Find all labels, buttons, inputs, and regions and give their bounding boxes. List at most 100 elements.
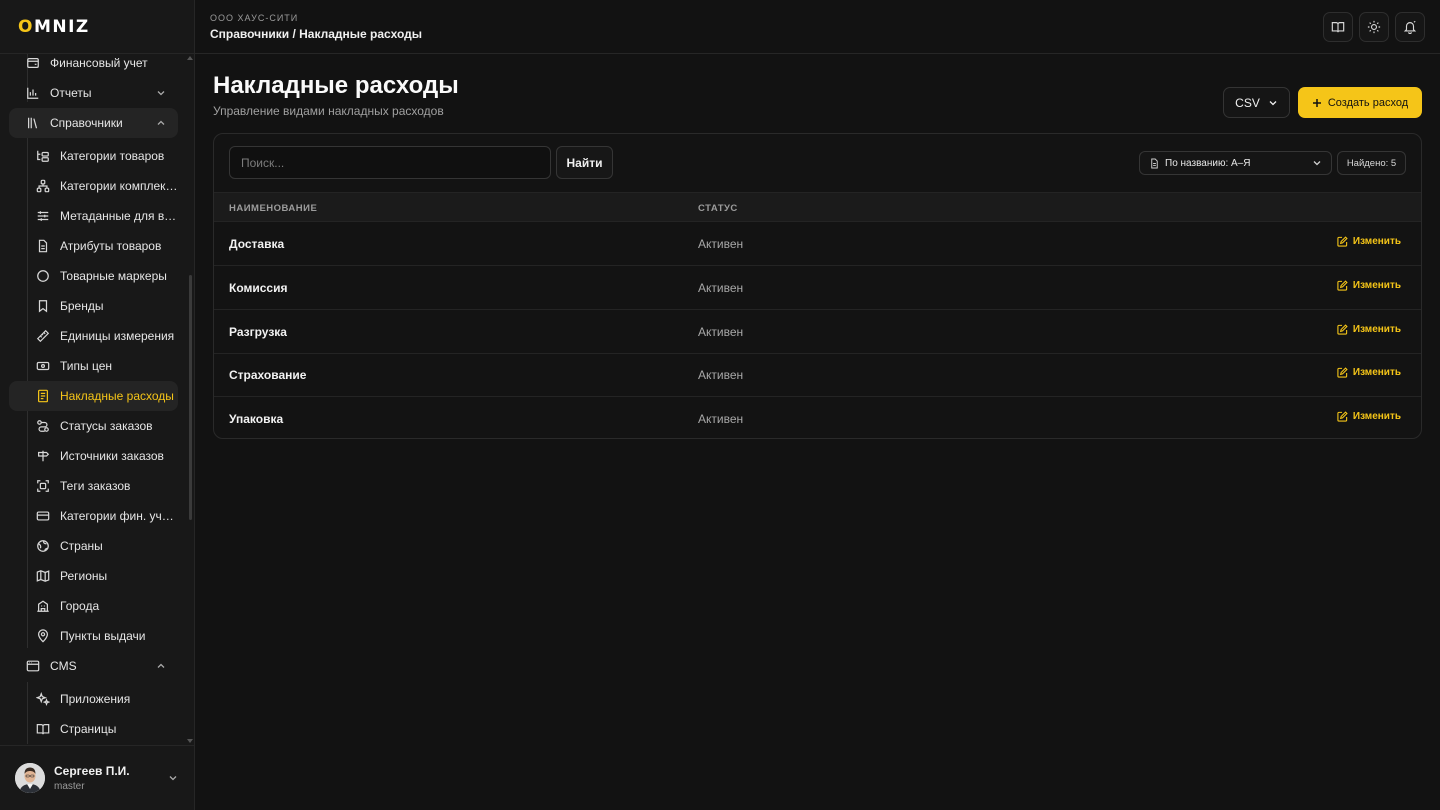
sidebar-item-label: Категории комплектов xyxy=(60,179,178,193)
theme-toggle-button[interactable] xyxy=(1359,12,1389,42)
sidebar-item-pickup-points[interactable]: Пункты выдачи xyxy=(9,621,178,651)
plus-icon xyxy=(1312,98,1321,107)
chevron-down-icon xyxy=(157,91,165,96)
edit-icon xyxy=(1337,236,1348,247)
sidebar-item-cities[interactable]: Города xyxy=(9,591,178,621)
edit-label: Изменить xyxy=(1352,367,1401,378)
edit-button[interactable]: Изменить xyxy=(1337,280,1401,291)
chevron-up-icon xyxy=(157,120,165,125)
user-name: Сергеев П.И. xyxy=(54,764,130,778)
sidebar-item-label: Товарные маркеры xyxy=(60,269,167,283)
sidebar-item-label: Источники заказов xyxy=(60,449,164,463)
edit-button[interactable]: Изменить xyxy=(1337,324,1401,335)
sidebar-item-order-tags[interactable]: Теги заказов xyxy=(9,471,178,501)
breadcrumb: Справочники / Накладные расходы xyxy=(210,27,422,41)
bell-icon xyxy=(1403,20,1417,34)
sidebar-item-reports[interactable]: Отчеты xyxy=(9,78,178,108)
sliders-icon xyxy=(37,211,49,221)
sidebar-item-cms[interactable]: CMS xyxy=(9,651,178,681)
sidebar-item-label: Категории фин. учета xyxy=(60,509,178,523)
sidebar-item-price-types[interactable]: Типы цен xyxy=(9,351,178,381)
sidebar-item-label: Категории товаров xyxy=(60,149,165,163)
scroll-up-arrow[interactable] xyxy=(187,56,193,60)
receipt-icon xyxy=(38,389,48,403)
chevron-up-icon xyxy=(157,663,165,668)
brand-logo[interactable]: OMNIZ xyxy=(18,18,194,36)
sidebar-item-variant-metadata[interactable]: Метаданные для вариантов xyxy=(9,201,178,231)
table-row: Упаковка Активен Изменить xyxy=(214,397,1421,438)
sidebar-item-label: Регионы xyxy=(60,569,108,583)
row-name: Страхование xyxy=(229,368,307,382)
row-name: Доставка xyxy=(229,237,285,251)
ruler-icon xyxy=(36,329,50,343)
table-header: НАИМЕНОВАНИЕ СТАТУС xyxy=(214,192,1421,222)
scroll-down-arrow[interactable] xyxy=(187,739,193,743)
row-name: Разгрузка xyxy=(229,325,287,339)
user-role: master xyxy=(54,781,85,792)
sidebar-item-references[interactable]: Справочники xyxy=(9,108,178,138)
sidebar-item-order-statuses[interactable]: Статусы заказов xyxy=(9,411,178,441)
edit-label: Изменить xyxy=(1352,236,1401,247)
search-input[interactable] xyxy=(229,146,551,179)
sidebar-item-brands[interactable]: Бренды xyxy=(9,291,178,321)
chevron-down-icon xyxy=(169,776,177,781)
sidebar-item-product-categories[interactable]: Категории товаров xyxy=(9,141,178,171)
edit-icon xyxy=(1337,367,1348,378)
signpost-icon xyxy=(38,450,50,462)
column-header-name[interactable]: НАИМЕНОВАНИЕ xyxy=(229,203,317,214)
sidebar-item-countries[interactable]: Страны xyxy=(9,531,178,561)
sort-select[interactable]: По названию: А–Я xyxy=(1139,151,1332,175)
sidebar-nav: Финансовый учет Отчеты Справочники Катег… xyxy=(0,54,194,744)
edit-button[interactable]: Изменить xyxy=(1337,411,1401,422)
sidebar-item-pages[interactable]: Страницы xyxy=(9,714,178,744)
sidebar-item-product-markers[interactable]: Товарные маркеры xyxy=(9,261,178,291)
banknote-icon xyxy=(36,361,50,371)
edit-button[interactable]: Изменить xyxy=(1337,367,1401,378)
create-label: Создать расход xyxy=(1327,96,1409,109)
globe-icon xyxy=(37,540,49,552)
sidebar-item-order-sources[interactable]: Источники заказов xyxy=(9,441,178,471)
building-icon xyxy=(37,600,49,612)
tag-scan-icon xyxy=(37,480,49,492)
csv-label: CSV xyxy=(1235,95,1260,110)
create-expense-button[interactable]: Создать расход xyxy=(1298,87,1422,118)
sidebar-item-label: CMS xyxy=(50,659,77,673)
sidebar-item-fin-categories[interactable]: Категории фин. учета xyxy=(9,501,178,531)
notifications-button[interactable] xyxy=(1395,12,1425,42)
edit-button[interactable]: Изменить xyxy=(1337,236,1401,247)
book-open-icon xyxy=(36,724,50,735)
chevron-down-icon xyxy=(1313,161,1321,166)
row-status: Активен xyxy=(698,368,744,382)
csv-export-button[interactable]: CSV xyxy=(1223,87,1290,118)
edit-icon xyxy=(1337,324,1348,335)
sidebar-item-units[interactable]: Единицы измерения xyxy=(9,321,178,351)
find-button[interactable]: Найти xyxy=(556,146,613,179)
sidebar-item-finance[interactable]: Финансовый учет xyxy=(9,54,178,78)
sidebar-item-product-attributes[interactable]: Атрибуты товаров xyxy=(9,231,178,261)
docs-button[interactable] xyxy=(1323,12,1353,42)
file-icon xyxy=(38,239,48,253)
sidebar-item-overhead-costs[interactable]: Накладные расходы xyxy=(9,381,178,411)
sidebar-scrollbar[interactable] xyxy=(189,275,192,520)
user-menu[interactable]: Сергеев П.И. master xyxy=(0,745,194,810)
sidebar-item-label: Типы цен xyxy=(60,359,113,373)
overhead-table-panel: Найти По названию: А–Я Найдено: 5 НАИМЕН… xyxy=(213,133,1422,439)
sidebar-item-label: Пункты выдачи xyxy=(60,629,146,643)
sidebar-item-label: Отчеты xyxy=(50,86,92,100)
organization-name: ООО ХАУС-СИТИ xyxy=(210,13,299,23)
sidebar-item-label: Страны xyxy=(60,539,103,553)
top-header: ООО ХАУС-СИТИ Справочники / Накладные ра… xyxy=(195,0,1440,54)
circle-icon xyxy=(37,270,49,282)
sidebar-item-apps[interactable]: Приложения xyxy=(9,684,178,714)
sidebar-item-regions[interactable]: Регионы xyxy=(9,561,178,591)
sidebar: OMNIZ Финансовый учет Отчеты Справочники… xyxy=(0,0,195,810)
column-header-status[interactable]: СТАТУС xyxy=(698,203,738,214)
sidebar-item-bundle-categories[interactable]: Категории комплектов xyxy=(9,171,178,201)
network-icon xyxy=(36,179,50,193)
table-row: Разгрузка Активен Изменить xyxy=(214,310,1421,354)
row-name: Упаковка xyxy=(229,412,284,426)
row-status: Активен xyxy=(698,325,744,339)
table-row: Комиссия Активен Изменить xyxy=(214,266,1421,310)
bar-chart-icon xyxy=(27,87,39,99)
wallet-icon xyxy=(27,58,39,68)
